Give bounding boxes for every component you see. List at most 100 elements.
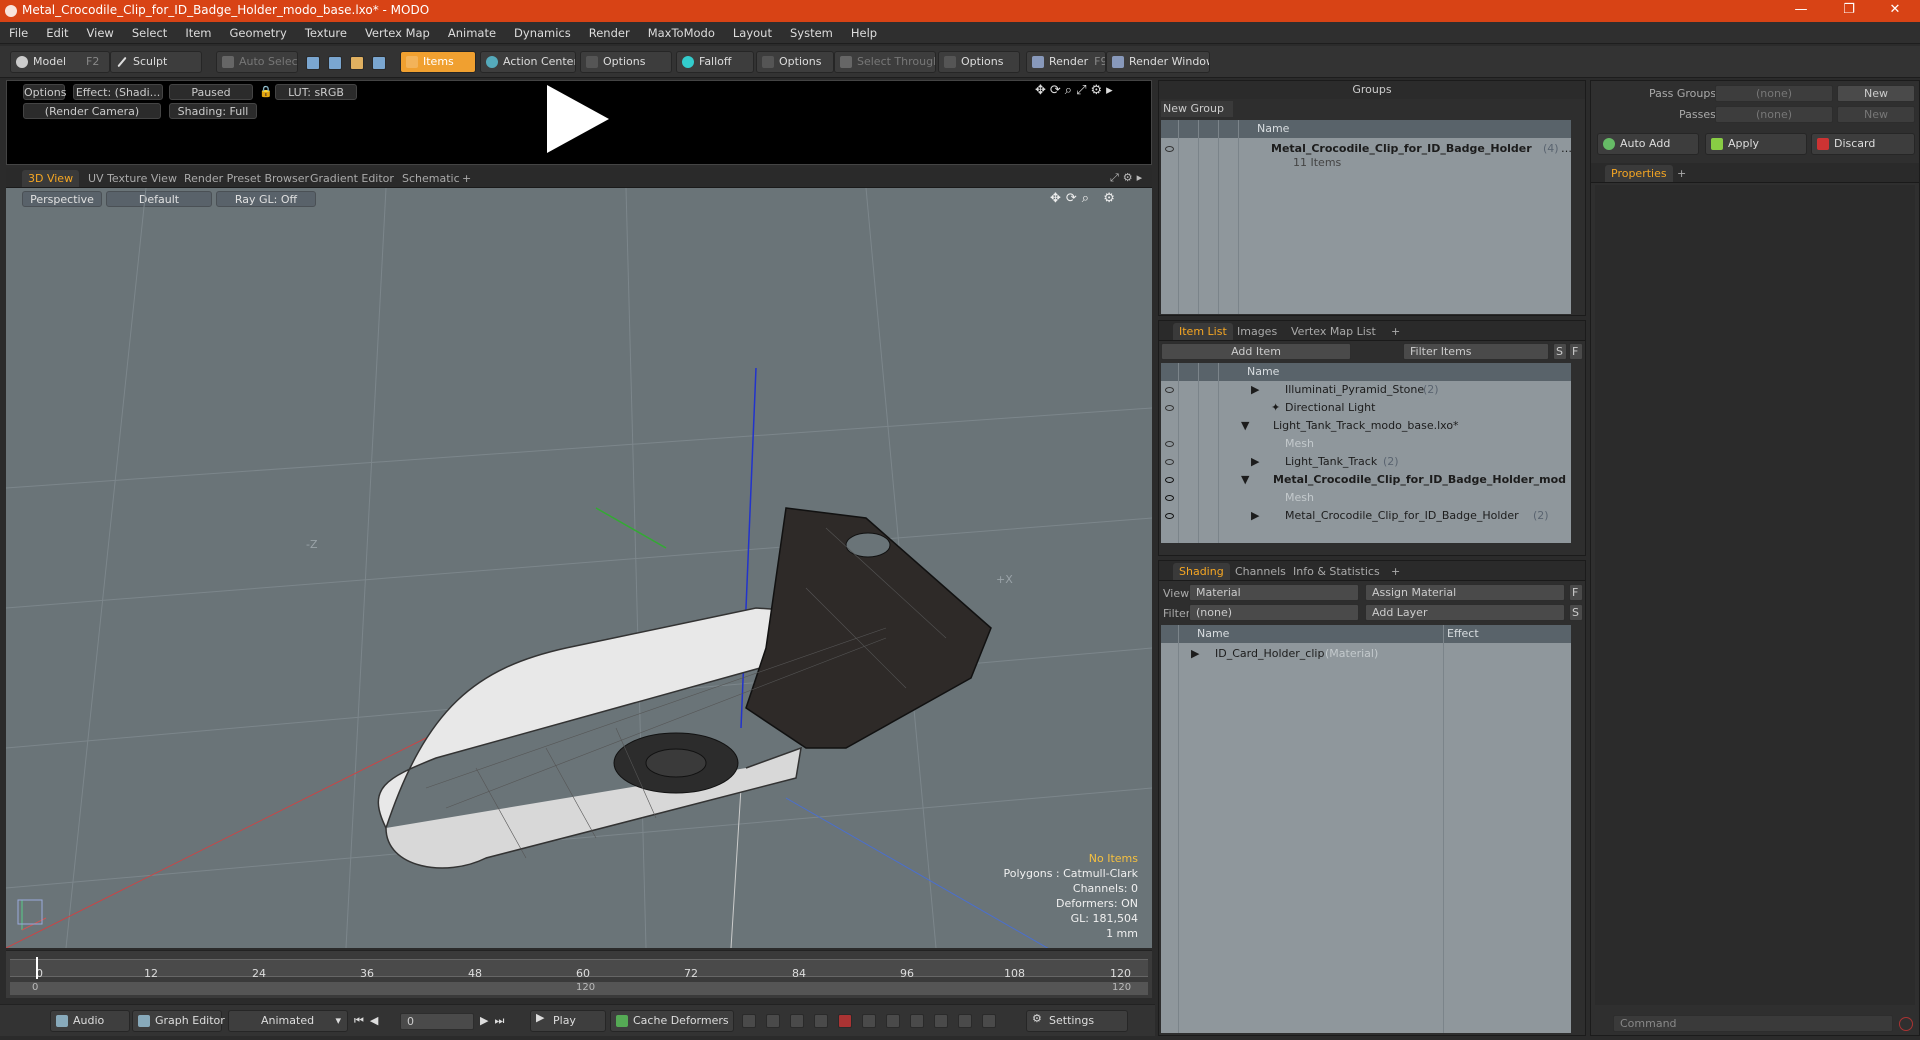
expand-arrow-icon[interactable]: ▶	[1191, 647, 1199, 660]
add-tab-button[interactable]: +	[1671, 165, 1692, 182]
menu-animate[interactable]: Animate	[439, 22, 505, 40]
preview-nav-icons[interactable]: ✥⟳⌕⤢⚙▸	[1035, 83, 1117, 98]
apply-button[interactable]: Apply	[1705, 133, 1807, 155]
menu-render[interactable]: Render	[580, 22, 639, 40]
maximize-button[interactable]: ❐	[1834, 2, 1864, 17]
auto-select-button[interactable]: Auto Select	[216, 51, 298, 73]
items-tree[interactable]: Name ▶ Illuminati_Pyramid_Stone (2) ✦ Direc…	[1161, 363, 1571, 543]
tab-channels[interactable]: Channels	[1229, 563, 1292, 580]
shader-tree[interactable]: Name Effect ▶ ID_Card_Holder_clip (Mater…	[1161, 625, 1571, 1033]
menu-texture[interactable]: Texture	[296, 22, 356, 40]
preview-lut-dropdown[interactable]: LUT: sRGB	[275, 84, 357, 100]
filter-dropdown[interactable]: (none)	[1189, 604, 1359, 621]
render-preview[interactable]: Options Effect: (Shadi... Paused 🔒 LUT: …	[6, 80, 1152, 165]
menu-vertex-map[interactable]: Vertex Map	[356, 22, 439, 40]
filter-f-button[interactable]: F	[1569, 343, 1583, 360]
eye-icon[interactable]	[1165, 495, 1174, 501]
add-tab-button[interactable]: +	[1385, 323, 1406, 340]
vertices-select-icon[interactable]	[306, 56, 320, 70]
loop-icon[interactable]	[934, 1014, 948, 1028]
tab-gradient-editor[interactable]: Gradient Editor	[304, 170, 400, 187]
graph-editor-button[interactable]: Graph Editor	[132, 1010, 225, 1032]
falloff-options-button[interactable]: Options	[756, 51, 834, 73]
tab-info-statistics[interactable]: Info & Statistics	[1287, 563, 1386, 580]
frame-forward-icons[interactable]: ▶⏭	[480, 1014, 510, 1028]
item-row[interactable]: ▶ Light_Tank_Track (2)	[1161, 453, 1571, 471]
menu-edit[interactable]: Edit	[37, 22, 77, 40]
expand-arrow-icon[interactable]: ▶	[1251, 509, 1259, 522]
tab-shading[interactable]: Shading	[1173, 563, 1230, 580]
eye-icon[interactable]	[1165, 441, 1174, 447]
snap-icon[interactable]	[982, 1014, 996, 1028]
close-button[interactable]: ✕	[1880, 2, 1910, 17]
material-row[interactable]: ▶ ID_Card_Holder_clip (Material)	[1161, 645, 1571, 663]
filter-s-button[interactable]: S	[1553, 343, 1567, 360]
playhead[interactable]	[36, 957, 38, 979]
new-pass-group-button[interactable]: New	[1837, 85, 1915, 102]
step-forward-icon[interactable]	[910, 1014, 924, 1028]
play-button[interactable]: ▶ Play	[530, 1010, 606, 1032]
tab-images[interactable]: Images	[1231, 323, 1283, 340]
item-row[interactable]: Mesh	[1161, 489, 1571, 507]
new-pass-button[interactable]: New	[1837, 106, 1915, 123]
model-mode-button[interactable]: Model F2	[10, 51, 110, 73]
step-back-icon[interactable]	[886, 1014, 900, 1028]
frame-nav-icons[interactable]: ⏮◀	[354, 1014, 384, 1028]
item-row[interactable]: ▼ Metal_Crocodile_Clip_for_ID_Badge_Holde…	[1161, 471, 1571, 489]
menu-file[interactable]: File	[0, 22, 37, 40]
next-key-icon[interactable]	[814, 1014, 828, 1028]
add-tab-button[interactable]: +	[456, 170, 477, 187]
materials-select-icon[interactable]	[372, 56, 386, 70]
preview-effect-dropdown[interactable]: Effect: (Shadi...	[73, 84, 163, 100]
delete-key-icon[interactable]	[862, 1014, 876, 1028]
record-icon[interactable]	[838, 1014, 852, 1028]
cache-deformers-button[interactable]: Cache Deformers	[610, 1010, 734, 1032]
eye-icon[interactable]	[1165, 477, 1174, 483]
expand-arrow-icon[interactable]: ▶	[1251, 383, 1259, 396]
eye-icon[interactable]	[1165, 459, 1174, 465]
key-icon[interactable]	[742, 1014, 756, 1028]
auto-add-button[interactable]: Auto Add	[1597, 133, 1699, 155]
tab-item-list[interactable]: Item List	[1173, 323, 1233, 340]
add-item-dropdown[interactable]: Add Item	[1161, 343, 1351, 360]
3d-viewport[interactable]: Perspective Default Ray GL: Off ✥⟳⌕ ⚙ -Z…	[6, 188, 1152, 948]
items-mode-button[interactable]: Items	[400, 51, 476, 73]
play-icon[interactable]	[547, 85, 609, 153]
viewport-tab-controls[interactable]: ⤢⚙▸	[1110, 171, 1146, 185]
eye-icon[interactable]	[1165, 513, 1174, 519]
menu-dynamics[interactable]: Dynamics	[505, 22, 580, 40]
minimize-button[interactable]: —	[1786, 2, 1816, 17]
menu-geometry[interactable]: Geometry	[221, 22, 296, 40]
assign-material-button[interactable]: Assign Material	[1365, 584, 1565, 601]
animated-dropdown[interactable]: Animated ▾	[228, 1010, 348, 1032]
preview-options-button[interactable]: Options	[23, 84, 66, 100]
tab-properties[interactable]: Properties	[1605, 165, 1673, 182]
command-input[interactable]: Command	[1613, 1015, 1893, 1032]
view-dropdown[interactable]: Material	[1189, 584, 1359, 601]
eye-icon[interactable]	[1165, 146, 1174, 152]
passes-dropdown[interactable]: (none)	[1715, 106, 1833, 123]
select-through-button[interactable]: Select Through	[834, 51, 936, 73]
preview-paused-button[interactable]: Paused	[169, 84, 253, 100]
sync-icon[interactable]	[958, 1014, 972, 1028]
render-button[interactable]: RenderF9	[1026, 51, 1106, 73]
groups-list[interactable]: Name Metal_Crocodile_Clip_for_ID_Badge_H…	[1161, 120, 1571, 314]
settings-button[interactable]: ⚙ Settings	[1026, 1010, 1128, 1032]
item-row[interactable]: ▶ Metal_Crocodile_Clip_for_ID_Badge_Holde…	[1161, 507, 1571, 525]
frame-input[interactable]: 0	[400, 1013, 474, 1030]
add-layer-dropdown[interactable]: Add Layer	[1365, 604, 1565, 621]
preview-camera-dropdown[interactable]: (Render Camera)	[23, 103, 161, 119]
tab-render-preset-browser[interactable]: Render Preset Browser	[178, 170, 315, 187]
shading-s-button[interactable]: S	[1569, 604, 1583, 621]
auto-key-icon[interactable]	[766, 1014, 780, 1028]
menu-view[interactable]: View	[78, 22, 123, 40]
audio-button[interactable]: Audio	[50, 1010, 130, 1032]
select-through-options-button[interactable]: Options	[938, 51, 1020, 73]
tab-vertex-map-list[interactable]: Vertex Map List	[1285, 323, 1382, 340]
filter-items-input[interactable]: Filter Items	[1403, 343, 1549, 360]
prev-key-icon[interactable]	[790, 1014, 804, 1028]
item-row[interactable]: Mesh	[1161, 435, 1571, 453]
menu-help[interactable]: Help	[842, 22, 886, 40]
falloff-button[interactable]: Falloff	[676, 51, 754, 73]
polygons-select-icon[interactable]	[350, 56, 364, 70]
